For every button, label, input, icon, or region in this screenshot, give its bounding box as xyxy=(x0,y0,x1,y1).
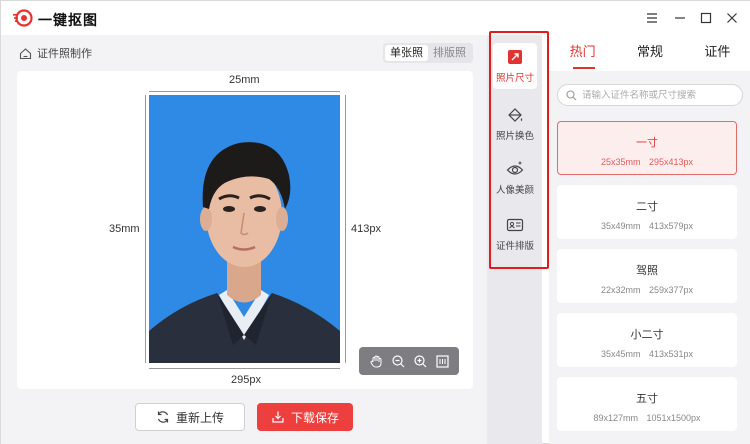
size-option-2-inch[interactable]: 二寸 35x49mm 413x579px xyxy=(557,185,737,239)
size-list: 一寸 25x35mm 295x413px 二寸 35x49mm 413x579p… xyxy=(557,121,745,441)
size-px: 413x579px xyxy=(648,221,694,231)
size-spec: 22x32mm 259x377px xyxy=(558,285,736,295)
size-search-input[interactable] xyxy=(582,89,732,101)
app-title: 一键抠图 xyxy=(38,12,98,28)
tab-certificate[interactable]: 证件 xyxy=(684,35,750,71)
download-save-button[interactable]: 下载保存 xyxy=(257,403,353,431)
size-option-1-inch[interactable]: 一寸 25x35mm 295x413px xyxy=(557,121,737,175)
height-px-line xyxy=(345,95,346,363)
refresh-icon xyxy=(157,411,169,423)
home-icon xyxy=(19,47,32,59)
width-mm-label: 25mm xyxy=(229,74,260,86)
breadcrumb[interactable]: 证件照制作 xyxy=(19,45,92,61)
maximize-icon[interactable] xyxy=(697,9,715,27)
width-dimension-line xyxy=(149,91,340,92)
zoom-toolbar xyxy=(359,347,459,375)
close-icon[interactable] xyxy=(723,9,741,27)
size-name: 小二寸 xyxy=(630,329,664,341)
menu-icon[interactable] xyxy=(643,9,661,27)
size-name: 驾照 xyxy=(636,265,658,277)
zoom-out-icon[interactable] xyxy=(389,352,407,370)
title-bar: 一键抠图 xyxy=(1,1,750,35)
download-icon xyxy=(272,411,284,423)
size-px: 259x377px xyxy=(648,285,694,295)
size-mm: 89x127mm xyxy=(593,413,638,423)
reupload-button[interactable]: 重新上传 xyxy=(135,403,245,431)
size-spec: 35x49mm 413x579px xyxy=(558,221,736,231)
toggle-layout-photo[interactable]: 排版照 xyxy=(428,45,471,61)
download-label: 下载保存 xyxy=(290,410,339,425)
size-option-small-2-inch[interactable]: 小二寸 35x45mm 413x531px xyxy=(557,313,737,367)
size-px: 413x531px xyxy=(648,349,694,359)
size-name: 五寸 xyxy=(636,393,658,405)
size-panel: 热门 常规 证件 一寸 25x35mm 295x413px 二寸 35x49mm… xyxy=(549,35,750,444)
tab-regular[interactable]: 常规 xyxy=(616,35,683,71)
view-toggle: 单张照 排版照 xyxy=(383,43,473,63)
size-px: 295x413px xyxy=(648,157,694,167)
app-window: 一键抠图 证件照制作 单张照 排版照 25mm 35mm 413px 295px… xyxy=(0,0,750,444)
minimize-icon[interactable] xyxy=(671,9,689,27)
app-logo-icon xyxy=(13,9,33,27)
size-mm: 35x45mm xyxy=(600,349,641,359)
size-option-driver-license[interactable]: 驾照 22x32mm 259x377px xyxy=(557,249,737,303)
size-px: 1051x1500px xyxy=(646,413,701,423)
size-search xyxy=(557,84,743,106)
breadcrumb-label: 证件照制作 xyxy=(37,48,92,60)
width-px-label: 295px xyxy=(231,374,261,386)
fit-icon[interactable] xyxy=(433,352,451,370)
size-mm: 25x35mm xyxy=(600,157,641,167)
size-mm: 22x32mm xyxy=(600,285,641,295)
toggle-single-photo[interactable]: 单张照 xyxy=(385,45,428,61)
size-name: 二寸 xyxy=(636,201,658,213)
hand-icon[interactable] xyxy=(367,352,385,370)
height-dimension-line xyxy=(145,95,146,363)
width-px-line xyxy=(149,368,340,369)
workspace: 证件照制作 单张照 排版照 25mm 35mm 413px 295px 重新上传… xyxy=(1,35,487,444)
size-mm: 35x49mm xyxy=(600,221,641,231)
height-mm-label: 35mm xyxy=(109,223,140,235)
tool-panel-highlight xyxy=(489,31,549,269)
reupload-label: 重新上传 xyxy=(175,410,224,425)
id-photo-preview xyxy=(149,95,340,363)
photo-canvas: 25mm 35mm 413px 295px xyxy=(17,71,473,389)
size-spec: 25x35mm 295x413px xyxy=(558,157,736,167)
size-option-5-inch[interactable]: 五寸 89x127mm 1051x1500px xyxy=(557,377,737,431)
tab-popular[interactable]: 热门 xyxy=(549,35,616,71)
size-name: 一寸 xyxy=(636,137,658,149)
size-tabs: 热门 常规 证件 xyxy=(549,35,750,71)
zoom-in-icon[interactable] xyxy=(411,352,429,370)
size-spec: 35x45mm 413x531px xyxy=(558,349,736,359)
portrait-image xyxy=(149,95,340,363)
search-icon xyxy=(566,89,577,100)
size-spec: 89x127mm 1051x1500px xyxy=(558,413,736,423)
height-px-label: 413px xyxy=(351,223,381,235)
